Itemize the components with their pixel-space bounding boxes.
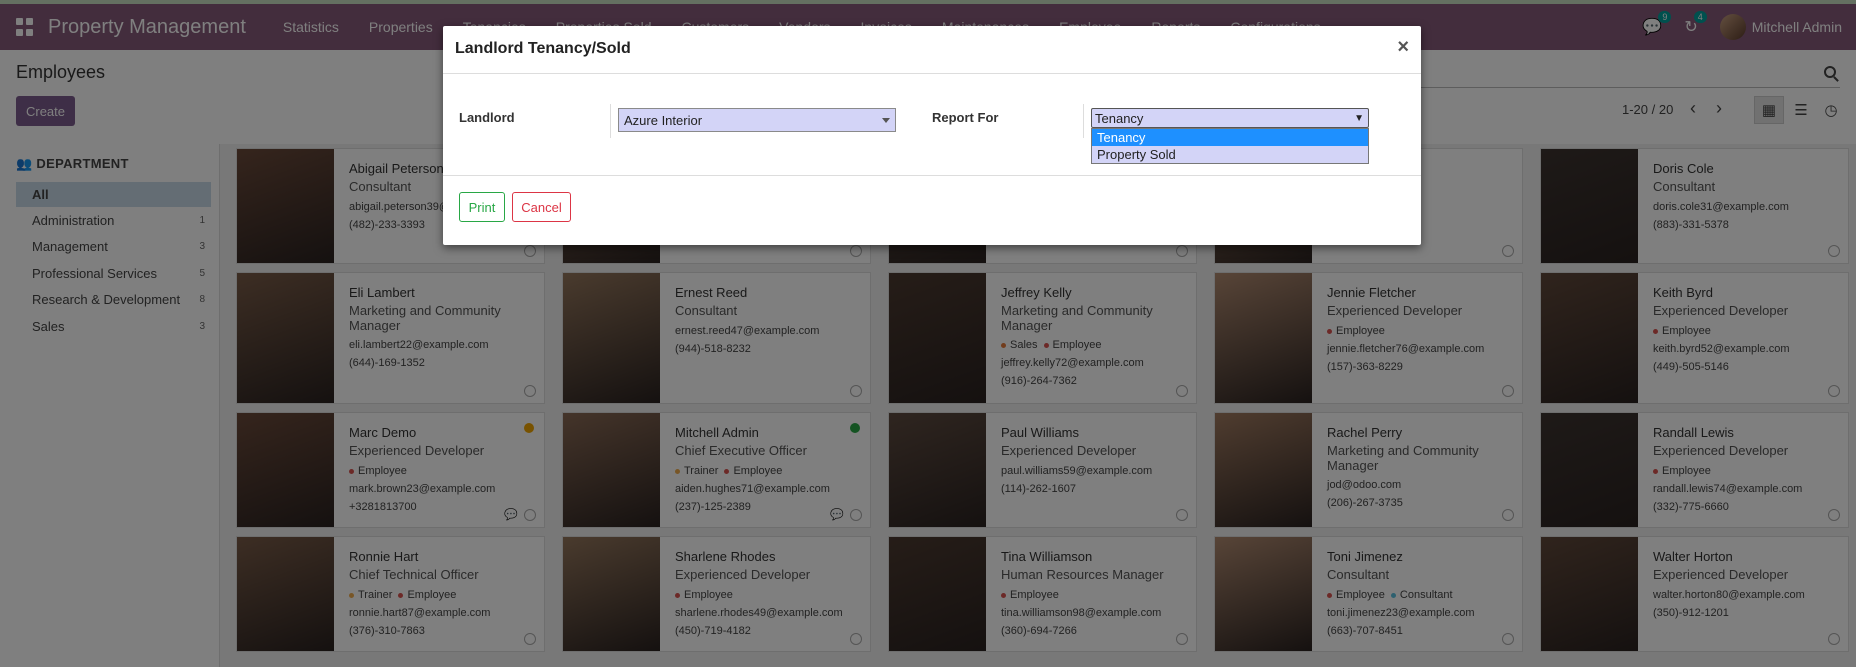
divider [610, 104, 611, 138]
divider [1083, 104, 1084, 138]
divider [443, 175, 1421, 176]
landlord-tenancy-dialog: Landlord Tenancy/Sold × Landlord Azure I… [443, 26, 1421, 245]
report-for-dropdown: Tenancy Property Sold [1091, 128, 1369, 164]
chevron-down-icon [882, 118, 890, 123]
landlord-value: Azure Interior [624, 113, 703, 128]
landlord-label: Landlord [459, 110, 515, 125]
dialog-title: Landlord Tenancy/Sold [455, 40, 631, 57]
cancel-button[interactable]: Cancel [512, 192, 571, 222]
option-property-sold[interactable]: Property Sold [1092, 146, 1368, 163]
divider [443, 73, 1421, 74]
close-icon[interactable]: × [1397, 36, 1409, 59]
option-tenancy[interactable]: Tenancy [1092, 129, 1368, 146]
report-for-value: Tenancy [1095, 111, 1144, 126]
report-for-select[interactable]: Tenancy ▼ [1091, 108, 1369, 128]
chevron-down-icon: ▼ [1354, 113, 1364, 124]
report-for-label: Report For [932, 110, 999, 125]
landlord-select[interactable]: Azure Interior [618, 108, 896, 132]
print-button[interactable]: Print [459, 192, 505, 222]
